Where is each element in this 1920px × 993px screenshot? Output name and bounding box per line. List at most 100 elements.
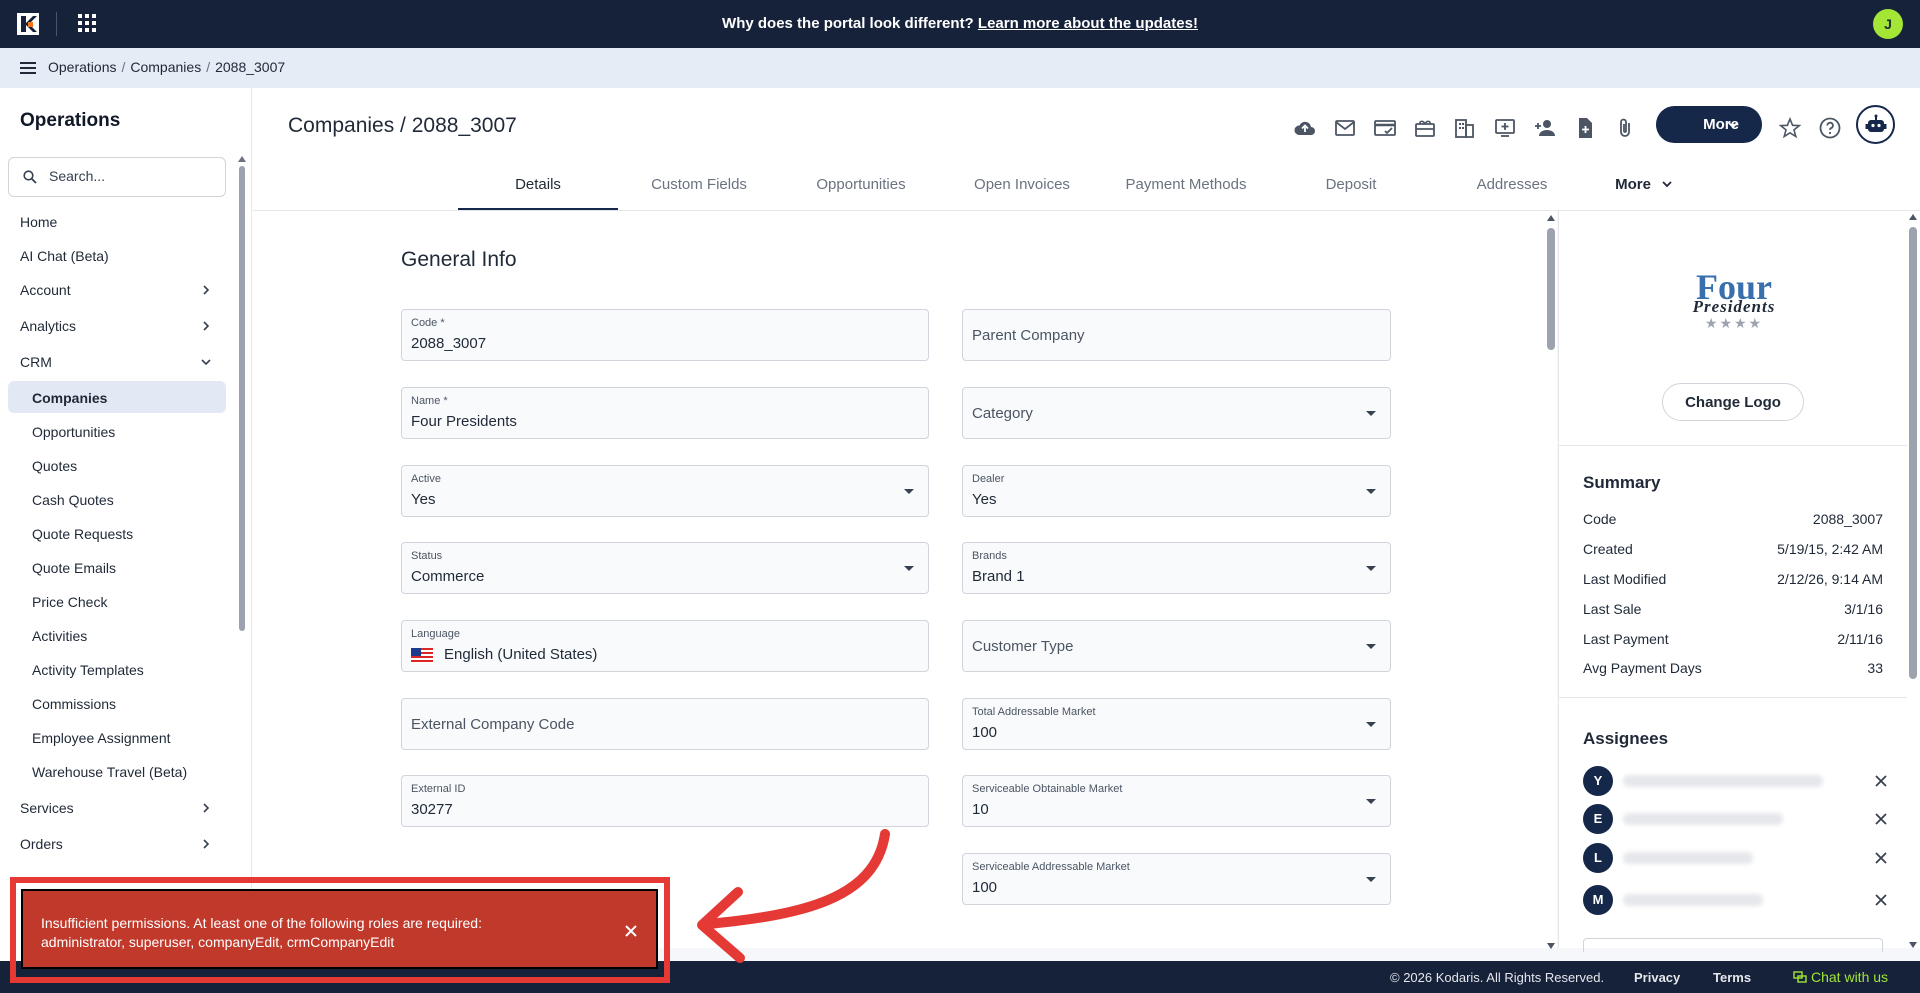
tab-payment-methods[interactable]: Payment Methods (1106, 176, 1266, 193)
tab-deposit[interactable]: Deposit (1271, 176, 1431, 193)
sidebar-item-crm[interactable]: CRM (20, 354, 250, 370)
mail-icon[interactable] (1333, 116, 1357, 140)
sidebar-item-companies[interactable]: Companies (8, 381, 226, 413)
field-label: Code * (411, 317, 445, 329)
side-panel-scrollbar[interactable] (1907, 211, 1919, 948)
sidebar-item-commissions[interactable]: Commissions (32, 696, 262, 712)
sidebar-item-orders[interactable]: Orders (20, 836, 250, 852)
tab-custom-fields[interactable]: Custom Fields (619, 176, 779, 193)
sidebar-item-activities[interactable]: Activities (32, 628, 262, 644)
field-value: Commerce (411, 568, 485, 585)
tab-open-invoices[interactable]: Open Invoices (942, 176, 1102, 193)
dropdown-arrow-icon (1366, 411, 1376, 416)
assignee-row: M (1583, 885, 1903, 917)
field-value: 100 (972, 724, 998, 741)
sidebar-item-services[interactable]: Services (20, 800, 250, 816)
active-tab-indicator (458, 208, 618, 210)
customer-type-select[interactable]: Customer Type (962, 620, 1391, 672)
chevron-right-icon (203, 803, 210, 813)
chat-icon (1793, 971, 1807, 983)
change-logo-button[interactable]: Change Logo (1662, 383, 1804, 421)
sidebar-item-price-check[interactable]: Price Check (32, 594, 262, 610)
name-field[interactable]: Name * Four Presidents (401, 387, 929, 439)
sidebar-item-opportunities[interactable]: Opportunities (32, 424, 262, 440)
breadcrumb-operations[interactable]: Operations (48, 59, 116, 75)
dropdown-arrow-icon (904, 566, 914, 571)
parent-company-field[interactable]: Parent Company (962, 309, 1391, 361)
announcement-link[interactable]: Learn more about the updates! (978, 15, 1198, 32)
top-bar: Why does the portal look different? Lear… (0, 0, 1920, 48)
privacy-link[interactable]: Privacy (1634, 970, 1680, 985)
card-check-icon[interactable] (1373, 116, 1397, 140)
remove-assignee-icon[interactable] (1873, 850, 1889, 866)
breadcrumb-companies[interactable]: Companies (130, 59, 201, 75)
sidebar-item-account[interactable]: Account (20, 282, 250, 298)
chat-label: Chat with us (1811, 969, 1889, 985)
assignee-input[interactable] (1583, 938, 1883, 952)
language-field[interactable]: Language English (United States) (401, 620, 929, 672)
field-placeholder: Parent Company (972, 327, 1085, 344)
sidebar-item-quotes[interactable]: Quotes (32, 458, 262, 474)
serviceable-obtainable-market-select[interactable]: Serviceable Obtainable Market 10 (962, 775, 1391, 827)
dealer-select[interactable]: Dealer Yes (962, 465, 1391, 517)
copyright: © 2026 Kodaris. All Rights Reserved. (1390, 970, 1605, 985)
sidebar-title: Operations (20, 110, 121, 131)
sidebar-item-activity-templates[interactable]: Activity Templates (32, 662, 262, 678)
remove-assignee-icon[interactable] (1873, 773, 1889, 789)
us-flag-icon (411, 648, 433, 663)
remove-assignee-icon[interactable] (1873, 811, 1889, 827)
assignee-row: Y (1583, 766, 1903, 798)
screen-add-icon[interactable] (1493, 116, 1517, 140)
cloud-upload-icon[interactable] (1293, 116, 1317, 140)
chat-link[interactable]: Chat with us (1793, 969, 1888, 985)
sidebar-item-home[interactable]: Home (20, 214, 250, 230)
attachment-icon[interactable] (1613, 116, 1637, 140)
assistant-button[interactable] (1856, 105, 1895, 144)
sidebar-search[interactable] (8, 157, 226, 197)
external-id-field[interactable]: External ID 30277 (401, 775, 929, 827)
tab-details[interactable]: Details (458, 176, 618, 193)
more-actions-button[interactable]: More (1656, 106, 1762, 143)
sidebar-item-quote-requests[interactable]: Quote Requests (32, 526, 262, 542)
field-label: Dealer (972, 473, 1005, 485)
search-input[interactable] (49, 168, 209, 184)
breadcrumb: Operations / Companies/2088_3007 (48, 59, 286, 75)
code-field[interactable]: Code * 2088_3007 (401, 309, 929, 361)
help-icon[interactable] (1818, 116, 1842, 140)
document-add-icon[interactable] (1573, 116, 1597, 140)
field-label: Brands (972, 550, 1007, 562)
category-select[interactable]: Category (962, 387, 1391, 439)
tab-more[interactable]: More (1594, 176, 1694, 193)
content-scrollbar[interactable] (1545, 211, 1557, 949)
person-add-icon[interactable] (1533, 116, 1557, 140)
dropdown-arrow-icon (1366, 489, 1376, 494)
star-icon[interactable] (1778, 116, 1802, 140)
sidebar-item-employee-assignment[interactable]: Employee Assignment (32, 730, 262, 746)
user-avatar[interactable]: J (1873, 9, 1903, 39)
robot-icon (1865, 114, 1887, 132)
active-select[interactable]: Active Yes (401, 465, 929, 517)
gift-card-icon[interactable] (1413, 116, 1437, 140)
brands-select[interactable]: Brands Brand 1 (962, 542, 1391, 594)
company-side-panel: Four Presidents ★★★★ Change Logo Summary… (1558, 211, 1920, 952)
sidebar-item-cash-quotes[interactable]: Cash Quotes (32, 492, 262, 508)
remove-assignee-icon[interactable] (1873, 892, 1889, 908)
total-addressable-market-select[interactable]: Total Addressable Market 100 (962, 698, 1391, 750)
sidebar-item-analytics[interactable]: Analytics (20, 318, 250, 334)
assignee-avatar: Y (1583, 766, 1613, 796)
dropdown-arrow-icon (1366, 799, 1376, 804)
menu-icon[interactable] (20, 62, 36, 74)
dropdown-arrow-icon (1366, 566, 1376, 571)
tab-addresses[interactable]: Addresses (1432, 176, 1592, 193)
external-company-code-field[interactable]: External Company Code (401, 698, 929, 750)
sidebar-item-warehouse-travel[interactable]: Warehouse Travel (Beta) (32, 764, 262, 780)
sidebar-item-ai-chat[interactable]: AI Chat (Beta) (20, 248, 250, 264)
chevron-right-icon (203, 839, 210, 849)
status-select[interactable]: Status Commerce (401, 542, 929, 594)
building-add-icon[interactable] (1453, 116, 1477, 140)
serviceable-addressable-market-select[interactable]: Serviceable Addressable Market 100 (962, 853, 1391, 905)
close-icon[interactable] (623, 923, 639, 939)
terms-link[interactable]: Terms (1713, 970, 1751, 985)
tab-opportunities[interactable]: Opportunities (781, 176, 941, 193)
sidebar-item-quote-emails[interactable]: Quote Emails (32, 560, 262, 576)
